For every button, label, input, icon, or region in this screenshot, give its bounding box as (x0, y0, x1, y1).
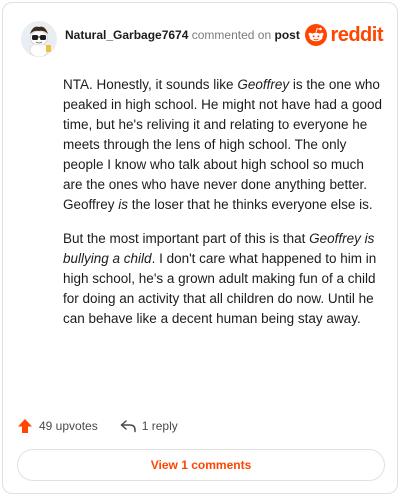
comment-actions: 49 upvotes 1 reply (17, 417, 178, 435)
comment-body: NTA. Honestly, it sounds like Geoffrey i… (63, 75, 383, 343)
reddit-brand[interactable]: reddit (305, 21, 383, 49)
reddit-wordmark: reddit (330, 23, 383, 46)
commented-on-text: commented on (191, 28, 272, 42)
comment-paragraph-1: NTA. Honestly, it sounds like Geoffrey i… (63, 75, 383, 215)
username-link[interactable]: Natural_Garbage7674 (65, 28, 188, 42)
comment-header: Natural_Garbage7674 commented on post re… (17, 17, 383, 57)
reply-arrow-icon[interactable] (120, 419, 136, 433)
comment-paragraph-2: But the most important part of this is t… (63, 229, 383, 329)
upvote-count: 49 upvotes (39, 419, 98, 433)
emphasis-text: Geoffrey (237, 77, 290, 92)
text-segment: But the most important part of this is t… (63, 231, 310, 246)
comment-meta: Natural_Garbage7674 commented on post (65, 28, 300, 42)
reply-count-button[interactable]: 1 reply (142, 419, 178, 433)
emphasis-text: is (118, 197, 129, 212)
text-segment: is the one who peaked in high school. He… (63, 77, 382, 212)
comment-card: Natural_Garbage7674 commented on post re… (2, 2, 398, 494)
avatar[interactable] (21, 21, 57, 57)
text-segment: the loser that he thinks everyone else i… (128, 197, 373, 212)
upvote-arrow-icon[interactable] (17, 418, 33, 434)
post-link[interactable]: post (274, 28, 299, 42)
view-comments-button[interactable]: View 1 comments (17, 449, 385, 481)
reddit-logo-icon (305, 24, 328, 46)
text-segment: NTA. Honestly, it sounds like (63, 77, 238, 92)
